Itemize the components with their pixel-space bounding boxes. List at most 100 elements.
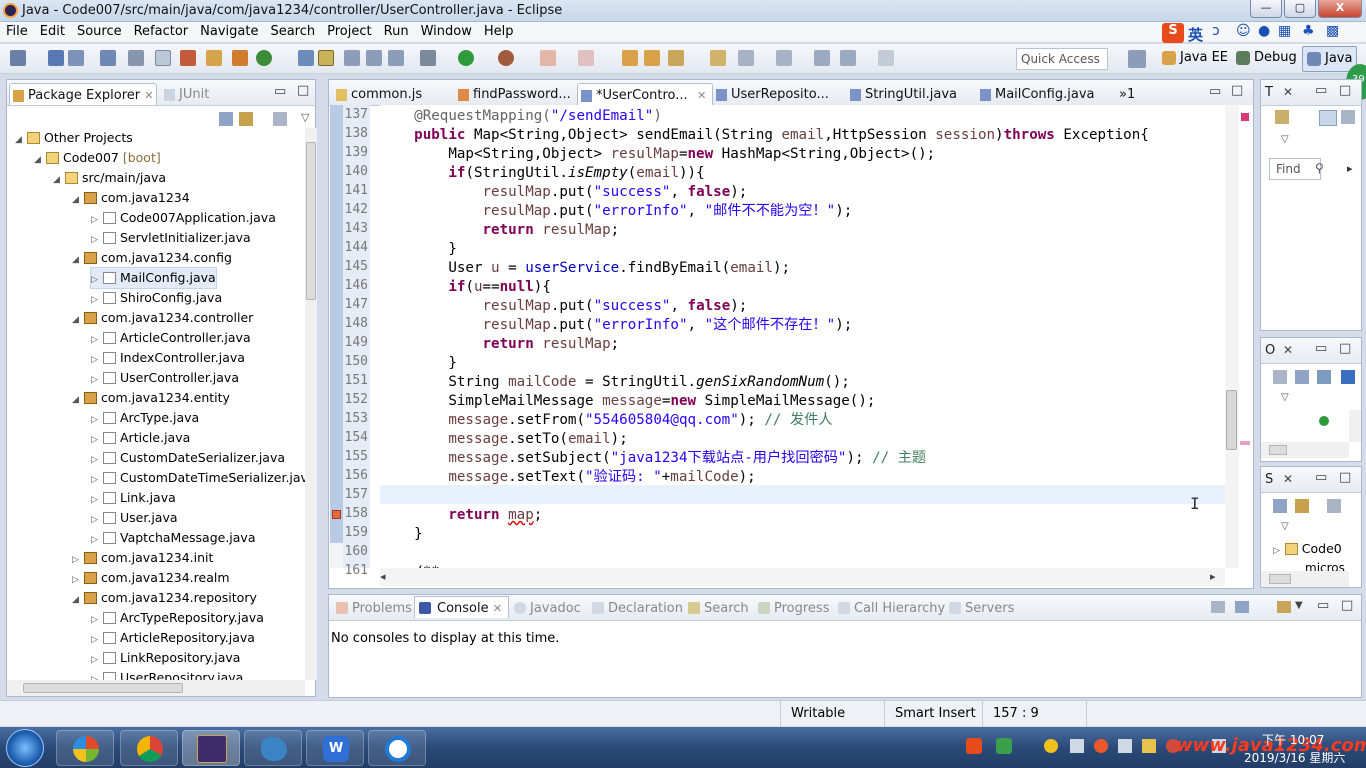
save-icon[interactable] bbox=[48, 50, 64, 66]
find-search-icon[interactable]: ⚲ bbox=[1315, 161, 1324, 175]
java-file-item[interactable]: ▷ ShiroConfig.java bbox=[91, 288, 222, 308]
maximize-view-icon[interactable]: □ bbox=[297, 83, 309, 98]
tab-declaration[interactable]: Declaration bbox=[590, 597, 683, 619]
code-line[interactable]: resulMap.put("errorInfo", "这个邮件不存在！"); bbox=[380, 316, 853, 335]
new-class-icon[interactable] bbox=[256, 50, 272, 66]
tools-icon[interactable]: ▩ bbox=[1326, 23, 1339, 39]
pen-icon[interactable] bbox=[668, 50, 684, 66]
java-file-item[interactable]: ▷ ArticleRepository.java bbox=[91, 628, 255, 648]
code-line[interactable]: message.setTo(email); bbox=[380, 430, 627, 449]
expand-twisty-icon[interactable]: ▷ bbox=[91, 490, 101, 510]
tray-shield-icon[interactable] bbox=[996, 738, 1012, 754]
taskbar-eclipse-app[interactable] bbox=[182, 730, 240, 766]
collapse-all-icon[interactable] bbox=[219, 112, 233, 126]
editor-tab[interactable]: common.js bbox=[333, 83, 428, 105]
servers-side-maximize-icon[interactable]: □ bbox=[1339, 470, 1351, 485]
back-icon[interactable] bbox=[840, 50, 856, 66]
menu-source[interactable]: Source bbox=[71, 22, 128, 42]
taskbar-windows-app[interactable] bbox=[56, 730, 114, 766]
outline-vscrollbar[interactable] bbox=[1349, 410, 1361, 442]
tab-progress[interactable]: Progress bbox=[756, 597, 829, 619]
console-dropdown-icon[interactable]: ▼ bbox=[1295, 600, 1303, 611]
java-file-item[interactable]: ▷ ArcType.java bbox=[91, 408, 199, 428]
collapse-twisty-icon[interactable]: ◢ bbox=[72, 390, 82, 410]
tree-hscroll-thumb[interactable] bbox=[23, 683, 183, 693]
tab-console[interactable]: Console ✕ bbox=[414, 596, 509, 618]
taskbar-dolphin-app[interactable] bbox=[244, 730, 302, 766]
editor-tab[interactable]: StringUtil.java bbox=[847, 83, 963, 105]
collapse-twisty-icon[interactable]: ◢ bbox=[72, 590, 82, 610]
overview-occurrence-marker[interactable] bbox=[1240, 441, 1250, 445]
task-dropdown-icon[interactable]: ▽ bbox=[1281, 134, 1289, 145]
java-file-item[interactable]: ▷ LinkRepository.java bbox=[91, 648, 240, 668]
tree-folder-item[interactable]: ◢ Code007 [boot] bbox=[34, 148, 161, 168]
task-list-maximize-icon[interactable]: □ bbox=[1339, 83, 1351, 98]
open-perspective-icon[interactable] bbox=[1128, 50, 1146, 68]
external-tools-icon[interactable] bbox=[498, 50, 514, 66]
more-tabs-button[interactable]: »1 bbox=[1115, 83, 1141, 105]
code-line[interactable]: public Map<String,Object> sendEmail(Stri… bbox=[380, 126, 1149, 145]
outline-collapse-icon[interactable] bbox=[1295, 370, 1309, 384]
menu-file[interactable]: File bbox=[0, 22, 34, 42]
perspective-java-ee[interactable]: Java EE bbox=[1158, 46, 1232, 72]
editor-tab[interactable]: *UserContro... ✕ bbox=[577, 83, 714, 105]
editor-vertical-scrollbar[interactable] bbox=[1225, 105, 1239, 568]
code-line[interactable]: return resulMap; bbox=[380, 221, 620, 240]
minimize-button[interactable]: — bbox=[1250, 0, 1282, 18]
editor-horizontal-scrollbar[interactable]: ◂ ▸ bbox=[380, 568, 1225, 586]
focus-icon[interactable] bbox=[273, 112, 287, 126]
coverage-icon[interactable] bbox=[540, 50, 556, 66]
tray-plus-icon[interactable] bbox=[1044, 739, 1058, 753]
open-file-icon[interactable] bbox=[710, 50, 726, 66]
code-line[interactable]: } bbox=[380, 525, 423, 544]
tray-date[interactable]: 2019/3/16 星期六 bbox=[1244, 749, 1345, 766]
tab-call-hierarchy[interactable]: Call Hierarchy bbox=[836, 597, 945, 619]
editor-minimize-icon[interactable]: ▭ bbox=[1209, 84, 1221, 99]
web-browser-icon[interactable] bbox=[180, 50, 196, 66]
task-list-close-icon[interactable]: ✕ bbox=[1283, 85, 1293, 99]
toggle-highlight-icon[interactable] bbox=[318, 50, 334, 66]
editor-tab[interactable]: MailConfig.java bbox=[977, 83, 1101, 105]
expand-twisty-icon[interactable]: ▷ bbox=[91, 430, 101, 450]
side-focus-icon[interactable] bbox=[1327, 499, 1341, 513]
side-tree-item-2[interactable]: micros bbox=[1305, 561, 1345, 571]
outline-hide-static-icon[interactable] bbox=[1341, 370, 1355, 384]
taskbar-camera-app[interactable] bbox=[368, 730, 426, 766]
outline-hscroll-thumb[interactable] bbox=[1269, 445, 1287, 455]
collapse-twisty-icon[interactable]: ◢ bbox=[53, 170, 63, 190]
forward-icon[interactable] bbox=[878, 50, 894, 66]
tab-search[interactable]: Search bbox=[686, 597, 749, 619]
java-file-item[interactable]: ▷ User.java bbox=[91, 508, 178, 528]
collapse-twisty-icon[interactable]: ◢ bbox=[72, 310, 82, 330]
side-hscroll-thumb[interactable] bbox=[1269, 574, 1291, 584]
editor-tab[interactable]: UserReposito... bbox=[713, 83, 835, 105]
outline-method-icon[interactable] bbox=[1319, 416, 1329, 426]
outline-minimize-icon[interactable]: ▭ bbox=[1315, 341, 1327, 356]
java-file-item[interactable]: ▷ ServletInitializer.java bbox=[91, 228, 251, 248]
servers-side-close-icon[interactable]: ✕ bbox=[1283, 472, 1293, 486]
voice-icon[interactable]: ● bbox=[1258, 23, 1270, 39]
expand-twisty-icon[interactable]: ▷ bbox=[91, 230, 101, 250]
console-pin-icon[interactable] bbox=[1211, 601, 1225, 613]
last-edit-icon[interactable] bbox=[814, 50, 830, 66]
expand-twisty-icon[interactable]: ▷ bbox=[91, 470, 101, 490]
expand-twisty-icon[interactable]: ▷ bbox=[91, 670, 101, 680]
debug-skip-icon[interactable] bbox=[128, 50, 144, 66]
code-line[interactable]: message.setFrom("554605804@qq.com"); // … bbox=[380, 411, 832, 430]
package-item[interactable]: ◢ com.java1234.config bbox=[72, 248, 232, 268]
java-file-item[interactable]: ▷ ArcTypeRepository.java bbox=[91, 608, 264, 628]
close-tab-icon[interactable]: ✕ bbox=[144, 89, 153, 102]
expand-twisty-icon[interactable]: ▷ bbox=[91, 650, 101, 670]
task-view-menu-icon[interactable] bbox=[1341, 110, 1355, 124]
package-item[interactable]: ◢ com.java1234.controller bbox=[72, 308, 253, 328]
java-file-item[interactable]: ▷ CustomDateTimeSerializer.java bbox=[91, 468, 305, 488]
overview-error-icon[interactable] bbox=[1241, 113, 1249, 121]
minimize-view-icon[interactable]: ▭ bbox=[274, 84, 286, 99]
paragraph-icon[interactable] bbox=[388, 50, 404, 66]
package-item[interactable]: ◢ com.java1234 bbox=[72, 188, 190, 208]
tree-folder-item[interactable]: ◢ src/main/java bbox=[53, 168, 166, 188]
code-line[interactable]: SimpleMailMessage message=new SimpleMail… bbox=[380, 392, 875, 411]
outline-view-menu-icon[interactable]: ▽ bbox=[1281, 392, 1289, 403]
tree-horizontal-scrollbar[interactable] bbox=[7, 680, 305, 696]
collapse-twisty-icon[interactable]: ◢ bbox=[15, 130, 25, 150]
